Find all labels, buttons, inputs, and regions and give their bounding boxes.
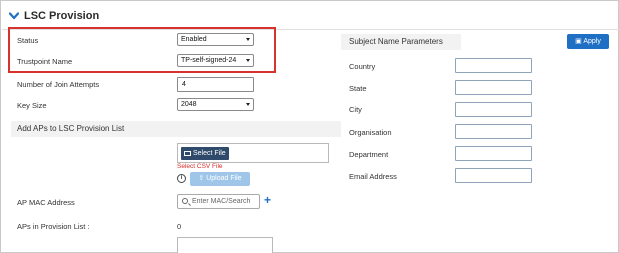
- aps-in-list-count: 0: [177, 222, 182, 231]
- upload-file-label: Upload File: [206, 175, 242, 182]
- status-select[interactable]: Enabled: [177, 33, 254, 46]
- key-size-label: Key Size: [17, 101, 47, 110]
- apply-button[interactable]: ▣ Apply: [567, 34, 609, 49]
- status-label: Status: [17, 36, 39, 45]
- city-input[interactable]: [455, 102, 532, 117]
- email-label: Email Address: [349, 172, 397, 181]
- city-label: City: [349, 105, 362, 114]
- select-file-label: Select File: [193, 150, 226, 157]
- caret-down-icon: [246, 38, 250, 41]
- mac-search-input[interactable]: Enter MAC/Search: [177, 194, 260, 209]
- join-attempts-label: Number of Join Attempts: [17, 80, 100, 89]
- country-input[interactable]: [455, 58, 532, 73]
- subject-name-header: Subject Name Parameters: [341, 34, 461, 50]
- trustpoint-label: Trustpoint Name: [17, 57, 73, 66]
- caret-down-icon: [246, 59, 250, 62]
- provision-list-box[interactable]: [177, 237, 273, 253]
- ap-mac-label: AP MAC Address: [17, 198, 75, 207]
- add-aps-header: Add APs to LSC Provision List: [11, 121, 341, 137]
- join-attempts-input[interactable]: 4: [177, 77, 254, 92]
- key-size-select[interactable]: 2048: [177, 98, 254, 111]
- chevron-down-icon[interactable]: [9, 12, 19, 20]
- upload-file-button[interactable]: ⇪ Upload File: [190, 172, 250, 186]
- info-icon[interactable]: i: [177, 174, 186, 183]
- lsc-provision-panel: LSC Provision Status Enabled Trustpoint …: [0, 0, 619, 253]
- section-title: LSC Provision: [24, 10, 100, 22]
- department-label: Department: [349, 150, 389, 159]
- csv-file-note: Select CSV File: [177, 163, 223, 170]
- folder-icon: [184, 151, 191, 156]
- file-drop-area[interactable]: Select File: [177, 143, 329, 163]
- apply-label: Apply: [583, 38, 601, 45]
- department-input[interactable]: [455, 146, 532, 161]
- section-header[interactable]: LSC Provision: [2, 2, 619, 30]
- mac-search-placeholder: Enter MAC/Search: [192, 198, 251, 205]
- country-label: Country: [349, 62, 376, 71]
- trustpoint-select[interactable]: TP-self-signed-24: [177, 54, 254, 67]
- state-input[interactable]: [455, 80, 532, 95]
- organisation-input[interactable]: [455, 124, 532, 139]
- search-icon: [182, 198, 188, 204]
- state-label: State: [349, 84, 367, 93]
- caret-down-icon: [246, 103, 250, 106]
- select-file-button[interactable]: Select File: [181, 147, 229, 160]
- organisation-label: Organisation: [349, 128, 392, 137]
- status-select-value: Enabled: [181, 36, 207, 43]
- trustpoint-select-value: TP-self-signed-24: [181, 57, 237, 64]
- email-input[interactable]: [455, 168, 532, 183]
- aps-in-list-label: APs in Provision List :: [17, 222, 90, 231]
- key-size-select-value: 2048: [181, 101, 197, 108]
- add-mac-button[interactable]: +: [264, 194, 271, 206]
